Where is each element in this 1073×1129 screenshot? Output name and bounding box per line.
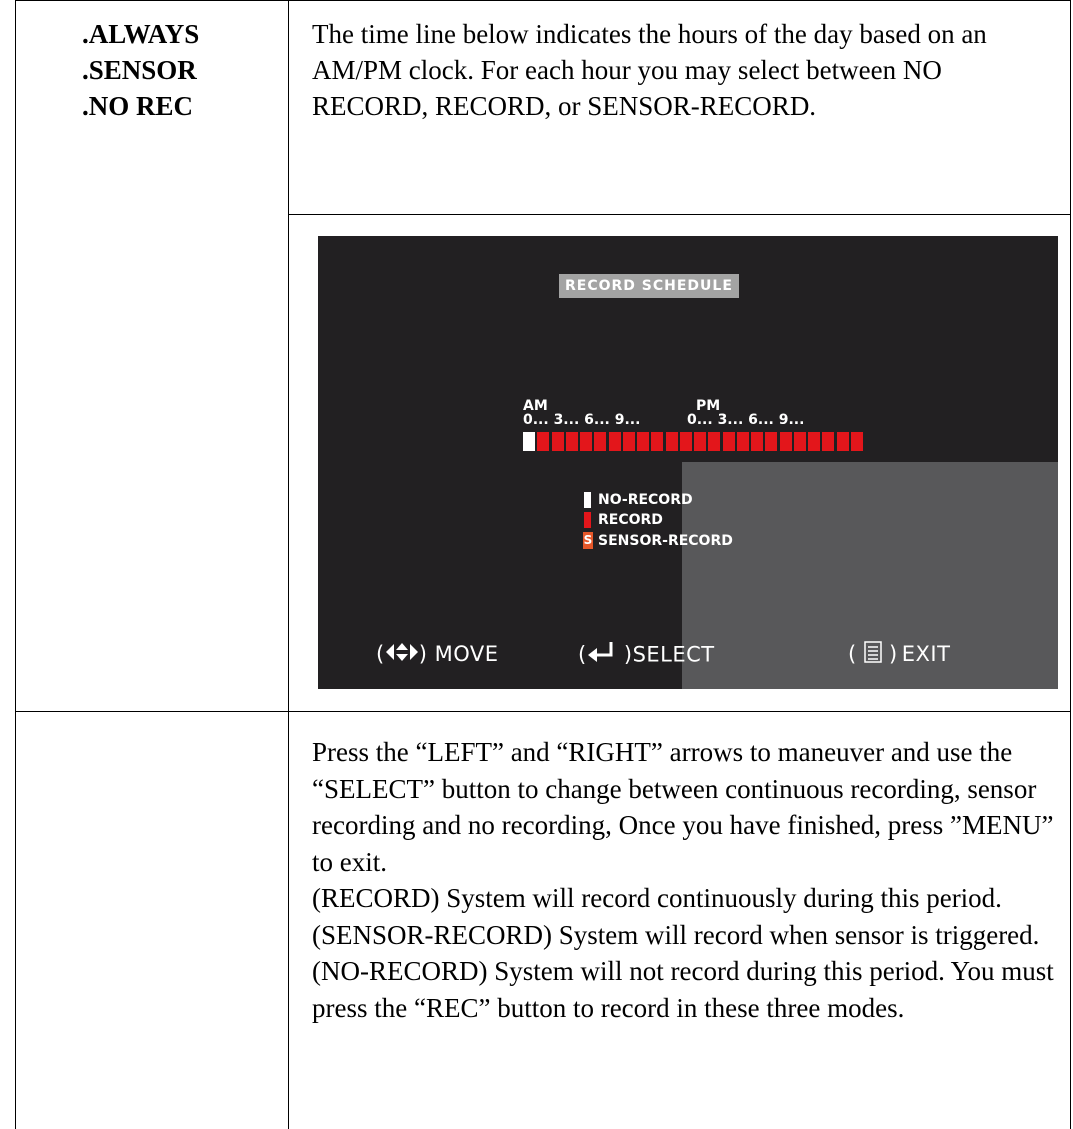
sensor-record-swatch: S xyxy=(583,532,593,549)
pm-hour-ticks: 0... 3... 6... 9... xyxy=(687,412,805,428)
record-swatch xyxy=(584,512,591,528)
hour-slot-1[interactable] xyxy=(537,432,550,451)
legend-no-record: NO-RECORD xyxy=(598,492,693,508)
exit-label: EXIT xyxy=(901,642,951,666)
instructions: Press the “LEFT” and “RIGHT” arrows to m… xyxy=(312,734,1070,1026)
legend-sensor-record: SENSOR-RECORD xyxy=(598,533,733,549)
exit-hint: ( ) EXIT xyxy=(848,640,950,670)
instruction-paragraph: Press the “LEFT” and “RIGHT” arrows to m… xyxy=(312,737,1054,877)
move-hint: () MOVE xyxy=(376,640,499,670)
option-always: .ALWAYS xyxy=(82,19,200,49)
move-label: MOVE xyxy=(434,642,499,666)
intro-description: The time line below indicates the hours … xyxy=(312,19,987,121)
hour-slot-8[interactable] xyxy=(637,432,649,451)
hour-slot-15[interactable] xyxy=(736,432,749,451)
record-schedule-screen: RECORD SCHEDULE AM PM 0... 3... 6... 9..… xyxy=(318,236,1058,689)
menu-icon xyxy=(864,640,882,670)
hour-slot-3[interactable] xyxy=(565,432,578,451)
hour-slot-23[interactable] xyxy=(850,432,863,451)
screen-title: RECORD SCHEDULE xyxy=(559,274,739,298)
option-sensor: .SENSOR xyxy=(82,55,197,85)
hour-slot-11[interactable] xyxy=(679,432,692,451)
instruction-paragraph: (NO-RECORD) System will not record durin… xyxy=(312,956,1054,1023)
table-divider-row-1 xyxy=(288,214,1071,215)
select-label: SELECT xyxy=(632,642,715,667)
hour-slot-19[interactable] xyxy=(793,432,806,451)
hour-slot-18[interactable] xyxy=(779,432,792,451)
hour-slot-0[interactable] xyxy=(523,432,535,451)
record-mode-options: .ALWAYS .SENSOR .NO REC xyxy=(82,16,199,124)
option-no-rec: .NO REC xyxy=(82,91,194,121)
hour-slot-14[interactable] xyxy=(722,432,735,451)
hour-slot-4[interactable] xyxy=(580,432,592,451)
table-border-right xyxy=(1070,0,1071,1129)
enter-icon xyxy=(587,640,617,671)
hour-slot-9[interactable] xyxy=(651,432,664,451)
hour-slot-22[interactable] xyxy=(836,432,849,451)
four-way-arrow-icon xyxy=(385,641,419,670)
table-divider-column xyxy=(288,0,289,1129)
hour-slot-6[interactable] xyxy=(608,432,621,451)
hour-slot-2[interactable] xyxy=(551,432,564,451)
legend-record: RECORD xyxy=(598,512,663,528)
hour-slot-21[interactable] xyxy=(822,432,835,451)
no-record-swatch xyxy=(584,492,591,508)
hour-slot-13[interactable] xyxy=(708,432,721,451)
hour-slot-7[interactable] xyxy=(622,432,635,451)
am-hour-ticks: 0... 3... 6... 9... xyxy=(523,412,641,428)
hour-slot-12[interactable] xyxy=(694,432,706,451)
table-border-top xyxy=(15,0,1071,1)
instruction-paragraph: (RECORD) System will record continuously… xyxy=(312,883,1040,950)
select-hint: ( )SELECT xyxy=(578,640,715,671)
table-border-left xyxy=(15,0,16,1129)
hour-slot-10[interactable] xyxy=(665,432,678,451)
hour-slot-17[interactable] xyxy=(765,432,778,451)
hour-slot-5[interactable] xyxy=(594,432,607,451)
hour-slot-20[interactable] xyxy=(808,432,820,451)
hour-slot-16[interactable] xyxy=(751,432,763,451)
table-divider-row-2 xyxy=(15,711,1071,712)
